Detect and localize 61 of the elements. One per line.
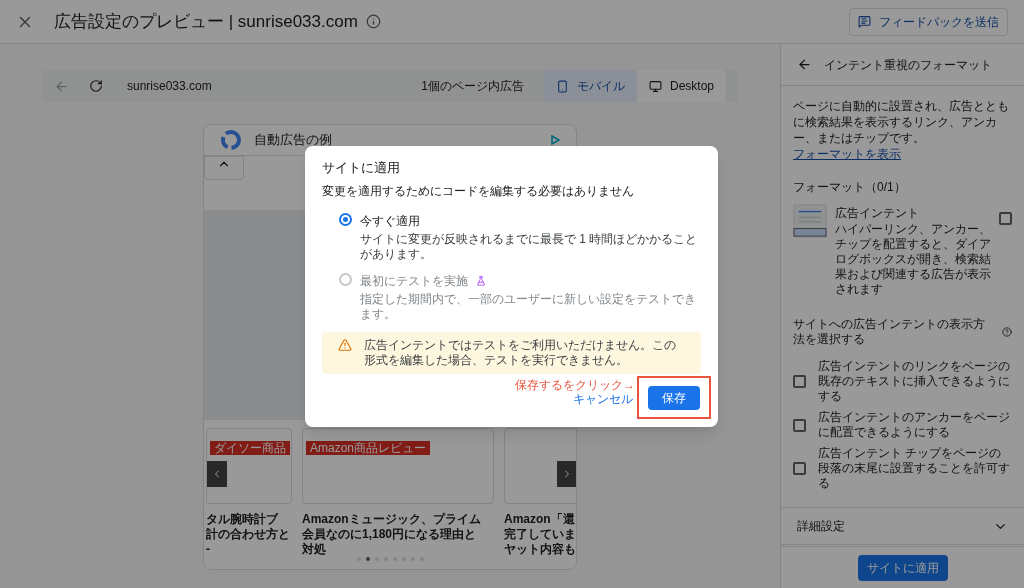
warning-icon [338, 337, 352, 352]
monitor-icon [648, 79, 662, 93]
card-title[interactable]: 会員なのに1,180円になる理由と [302, 527, 494, 542]
checkbox[interactable] [793, 462, 806, 475]
option-description: 指定した期間内で、一部のユーザーに新しい設定をテストできます。 [360, 291, 697, 322]
radio-button[interactable] [339, 212, 352, 226]
ad-choices-icon [551, 135, 560, 146]
ad-count: 1個のページ内広告 [421, 78, 524, 95]
option-label: 最初にテストを実施 [360, 272, 468, 290]
format-description: ハイパーリンク、アンカー、チップを配置すると、ダイアログボックスが開き、検索結果および関連する広告が表示されます [835, 222, 991, 297]
next-button[interactable] [557, 460, 576, 487]
card-title[interactable]: ヤット内容も [504, 542, 576, 557]
phone-icon [555, 79, 569, 93]
reload-icon[interactable] [89, 79, 103, 93]
category-tag: ダイソー商品 [210, 440, 290, 455]
option-label: 広告インテントのアンカーをページに配置できるようにする [818, 410, 1011, 440]
card-title[interactable]: タル腕時計ブ [206, 512, 292, 527]
card-title[interactable]: 対処 [302, 542, 494, 557]
dialog-subtitle: 変更を適用するためにコードを編集する必要はありません [322, 182, 635, 200]
card-thumbnail[interactable]: Amazon商品レビュー [302, 427, 494, 504]
format-name: 広告インテント [835, 205, 920, 222]
card-title[interactable]: Amazon「還 [504, 512, 576, 527]
warning-text: 広告インテントではテストをご利用いただけません。この形式を編集した場合、テストを実行できません。 [364, 337, 677, 368]
option-description: サイトに変更が反映されるまでに最長で 1 時間ほどかかることがあります。 [360, 231, 699, 262]
save-button[interactable]: 保存 [648, 385, 700, 410]
checkbox[interactable] [793, 375, 806, 388]
apply-button[interactable]: サイトに適用 [857, 554, 948, 581]
dialog-title: サイトに適用 [322, 159, 401, 177]
option-label: 今すぐ適用 [360, 212, 420, 230]
banner-title: 自動広告の例 [254, 131, 332, 150]
prev-button[interactable] [207, 460, 227, 487]
options-heading: サイトへの広告インテントの表示方法を選択する [793, 317, 986, 347]
checkbox[interactable] [793, 418, 806, 432]
option-label: 広告インテントのリンクをページの既存のテキストに挿入できるようにする [818, 359, 1011, 404]
feedback-icon [858, 15, 871, 28]
cancel-button[interactable]: キャンセル [573, 391, 633, 406]
help-icon[interactable] [1002, 327, 1012, 337]
device-tab[interactable]: Desktop [636, 70, 726, 102]
card-title[interactable]: Amazonミュージック、プライム [302, 512, 494, 527]
option-label: 広告インテント チップをページの段落の末尾に設置することを許可する [818, 446, 1011, 491]
panel-description: ページに自動的に設置され、広告とともに検索結果を表示するリンク、アンカー、またはチップです。 フォーマットを表示 [792, 98, 1010, 162]
card-title[interactable]: 計の合わせ方と [206, 527, 292, 542]
feedback-button[interactable]: フィードバックを送信 [849, 7, 1008, 36]
category-tag: Amazon商品レビュー [306, 440, 431, 455]
url-text: sunrise033.com [127, 78, 212, 95]
checkbox[interactable] [999, 212, 1012, 225]
flask-icon [476, 275, 486, 286]
page-title: 広告設定のプレビュー | sunrise033.com [54, 10, 358, 33]
panel-title: インテント重視のフォーマット [824, 56, 992, 74]
device-tab[interactable]: モバイル [543, 70, 637, 102]
info-icon[interactable] [365, 14, 381, 29]
card-thumbnail[interactable]: ダイソー商品 [206, 427, 292, 504]
card-title[interactable]: 完了していま [504, 527, 576, 542]
annotation-text: 保存するをクリック→ [515, 377, 635, 392]
show-format-link[interactable]: フォーマットを表示 [793, 147, 901, 161]
back-icon[interactable] [797, 57, 812, 72]
formats-heading: フォーマット（0/1） [792, 179, 907, 196]
card-thumbnail[interactable] [504, 427, 576, 504]
format-thumbnail-icon [793, 204, 827, 238]
card-title[interactable]: - [206, 542, 292, 557]
advanced-settings-toggle[interactable]: 詳細設定 [781, 507, 1024, 545]
